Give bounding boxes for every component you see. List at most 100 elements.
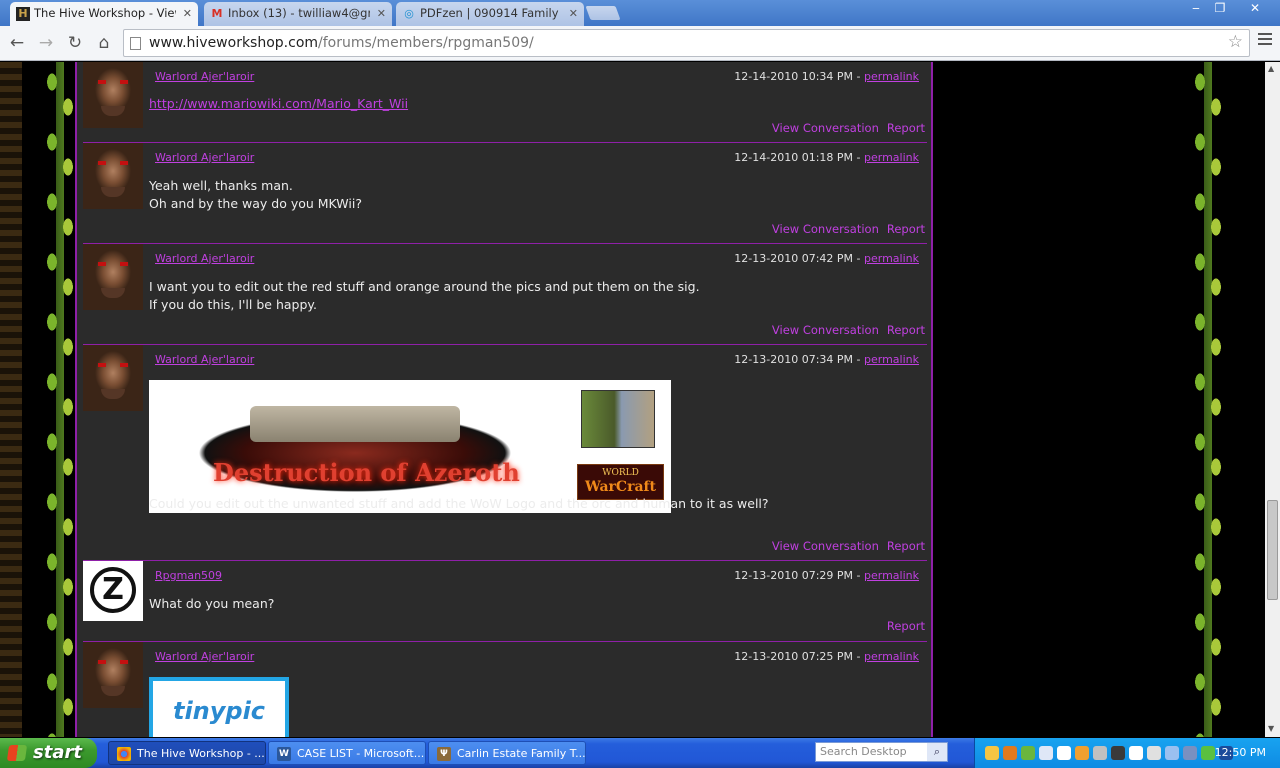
- permalink-link[interactable]: permalink: [864, 353, 919, 366]
- tray-app-icon[interactable]: [1165, 746, 1179, 760]
- author-link[interactable]: Warlord Ajer'laroir: [155, 353, 254, 366]
- message-line: Oh and by the way do you MKWii?: [149, 196, 362, 211]
- message-post: Warlord Ajer'laroir 12-13-2010 07:25 PM …: [83, 642, 927, 737]
- volume-icon[interactable]: [1147, 746, 1161, 760]
- close-tab-icon[interactable]: ✕: [183, 2, 192, 25]
- close-tab-icon[interactable]: ✕: [569, 2, 578, 25]
- browser-toolbar: ← → ↻ ⌂ www.hiveworkshop.com/forums/memb…: [0, 26, 1280, 61]
- scroll-up-arrow-icon[interactable]: ▲: [1268, 64, 1274, 73]
- tab-strip: H The Hive Workshop - View Pr ✕ M Inbox …: [0, 0, 1280, 26]
- time-text: 07:29 PM: [801, 569, 854, 582]
- close-tab-icon[interactable]: ✕: [377, 2, 386, 25]
- reload-icon[interactable]: ↻: [63, 32, 87, 54]
- taskbar-clock[interactable]: 12:50 PM: [1215, 738, 1266, 768]
- post-actions: View Conversation Report: [764, 539, 925, 553]
- date-text: 12-13-2010: [734, 353, 799, 366]
- permalink-link[interactable]: permalink: [864, 151, 919, 164]
- message-line: If you do this, I'll be happy.: [149, 297, 317, 312]
- view-conversation-link[interactable]: View Conversation: [772, 121, 879, 135]
- report-link[interactable]: Report: [887, 323, 925, 337]
- start-button[interactable]: start: [0, 738, 97, 768]
- permalink-link[interactable]: permalink: [864, 569, 919, 582]
- tray-app-icon[interactable]: [1075, 746, 1089, 760]
- desktop-search-input[interactable]: Search Desktop ⌕: [815, 742, 948, 762]
- report-link[interactable]: Report: [887, 121, 925, 135]
- permalink-link[interactable]: permalink: [864, 650, 919, 663]
- destruction-banner: Destruction of Azeroth: [155, 388, 565, 506]
- scrollbar-thumb[interactable]: [1267, 500, 1278, 600]
- chrome-icon: [117, 747, 131, 761]
- url-text: www.hiveworkshop.com/forums/members/rpgm…: [149, 35, 534, 51]
- view-conversation-link[interactable]: View Conversation: [772, 539, 879, 553]
- tray-app-icon[interactable]: [985, 746, 999, 760]
- word-document-icon: W: [277, 747, 291, 761]
- avatar[interactable]: [83, 62, 143, 128]
- back-arrow-icon[interactable]: ←: [5, 32, 29, 54]
- tray-app-icon[interactable]: [1093, 746, 1107, 760]
- avatar[interactable]: [83, 244, 143, 310]
- message-line: What do you mean?: [149, 596, 275, 611]
- tab-pdfzen[interactable]: ◎ PDFzen | 090914 Family Tree ✕: [396, 2, 584, 26]
- avatar[interactable]: [83, 642, 143, 708]
- right-vine-decoration: [1188, 62, 1228, 737]
- url-path: /forums/members/rpgman509/: [318, 35, 534, 51]
- tray-k-icon[interactable]: [1129, 746, 1143, 760]
- tray-app-icon[interactable]: [1111, 746, 1125, 760]
- system-tray: 12:50 PM: [974, 738, 1280, 768]
- home-icon[interactable]: ⌂: [92, 32, 116, 54]
- restore-icon[interactable]: ❐: [1208, 0, 1232, 18]
- report-link[interactable]: Report: [887, 619, 925, 633]
- tinypic-image[interactable]: tinypic: [149, 677, 289, 737]
- view-conversation-link[interactable]: View Conversation: [772, 222, 879, 236]
- tinypic-logo-text: tinypic: [172, 697, 266, 725]
- close-window-icon[interactable]: ✕: [1240, 0, 1270, 18]
- taskbar-item-word[interactable]: W CASE LIST - Microsoft...: [268, 741, 426, 765]
- report-link[interactable]: Report: [887, 539, 925, 553]
- address-bar[interactable]: www.hiveworkshop.com/forums/members/rpgm…: [123, 29, 1250, 57]
- task-label: Carlin Estate Family T...: [457, 747, 586, 760]
- author-link[interactable]: Rpgman509: [155, 569, 222, 582]
- time-text: 07:42 PM: [801, 252, 854, 265]
- forward-arrow-icon[interactable]: →: [34, 32, 58, 54]
- author-link[interactable]: Warlord Ajer'laroir: [155, 151, 254, 164]
- taskbar-item-chrome[interactable]: The Hive Workshop - ...: [108, 741, 266, 765]
- tray-app-icon[interactable]: [1201, 746, 1215, 760]
- tab-gmail-inbox[interactable]: M Inbox (13) - twilliaw4@gmail ✕: [204, 2, 392, 26]
- visitor-messages-panel: Warlord Ajer'laroir 12-14-2010 10:34 PM …: [75, 62, 933, 737]
- avatar[interactable]: [83, 345, 143, 411]
- browser-menu-icon[interactable]: [1258, 33, 1272, 48]
- page-scrollbar[interactable]: ▲ ▼: [1265, 62, 1280, 737]
- tray-search-icon[interactable]: [1057, 746, 1071, 760]
- view-conversation-link[interactable]: View Conversation: [772, 323, 879, 337]
- tray-app-icon[interactable]: [1021, 746, 1035, 760]
- new-tab-button[interactable]: [585, 6, 621, 20]
- scroll-down-arrow-icon[interactable]: ▼: [1268, 724, 1274, 733]
- time-text: 10:34 PM: [801, 70, 854, 83]
- author-link[interactable]: Warlord Ajer'laroir: [155, 252, 254, 265]
- post-date: 12-14-2010 10:34 PM - permalink: [734, 70, 919, 83]
- tray-app-icon[interactable]: [1183, 746, 1197, 760]
- author-link[interactable]: Warlord Ajer'laroir: [155, 70, 254, 83]
- tab-hive-workshop[interactable]: H The Hive Workshop - View Pr ✕: [10, 2, 198, 26]
- url-host: www.hiveworkshop.com: [149, 35, 319, 51]
- bookmark-star-icon[interactable]: ☆: [1228, 32, 1243, 52]
- avatar[interactable]: Z: [83, 561, 143, 621]
- post-date: 12-14-2010 01:18 PM - permalink: [734, 151, 919, 164]
- wow-logo-top: WORLD: [602, 468, 639, 478]
- scroll-decoration: [250, 406, 460, 442]
- report-link[interactable]: Report: [887, 222, 925, 236]
- tray-app-icon[interactable]: [1003, 746, 1017, 760]
- tray-app-icon[interactable]: [1039, 746, 1053, 760]
- permalink-link[interactable]: permalink: [864, 252, 919, 265]
- avatar[interactable]: [83, 143, 143, 209]
- minimize-icon[interactable]: ‒: [1184, 0, 1208, 18]
- author-link[interactable]: Warlord Ajer'laroir: [155, 650, 254, 663]
- page-icon: [130, 37, 141, 50]
- search-icon[interactable]: ⌕: [927, 743, 947, 761]
- permalink-link[interactable]: permalink: [864, 70, 919, 83]
- message-post: Warlord Ajer'laroir 12-14-2010 10:34 PM …: [83, 62, 927, 143]
- time-text: 07:34 PM: [801, 353, 854, 366]
- post-actions: Report: [879, 619, 925, 633]
- taskbar-item-family-tree[interactable]: Ψ Carlin Estate Family T...: [428, 741, 586, 765]
- external-link[interactable]: http://www.mariowiki.com/Mario_Kart_Wii: [149, 96, 408, 111]
